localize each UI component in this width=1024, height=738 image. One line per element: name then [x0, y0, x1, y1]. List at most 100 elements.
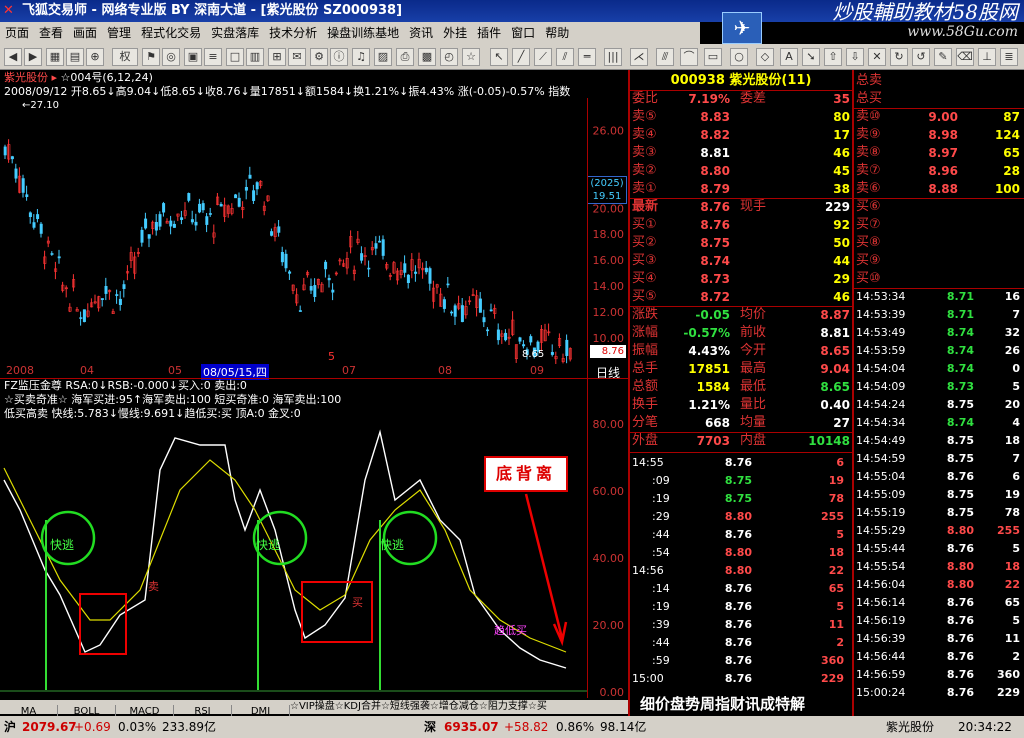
level-tool-icon[interactable]: ═	[578, 48, 596, 66]
back-arrow-icon[interactable]: ◀	[4, 48, 22, 66]
kline-period: ☆004号(6,12,24)	[60, 71, 153, 84]
menu-item-screen[interactable]: 画面	[68, 22, 102, 44]
print-icon[interactable]: ⎙	[396, 48, 414, 66]
bottom-func-bar[interactable]: 细价盘势周指财讯成特解	[640, 693, 850, 715]
up-arrow-icon[interactable]: ⇧	[824, 48, 842, 66]
fan-tool-icon[interactable]: ⋌	[630, 48, 648, 66]
star-icon[interactable]: ☆	[462, 48, 480, 66]
sell-order-row[interactable]: 卖③ 8.81 46	[630, 144, 852, 162]
line-tool-icon[interactable]: ╱	[512, 48, 530, 66]
arrow-tool-icon[interactable]: ➘	[802, 48, 820, 66]
sell-order-row[interactable]: 卖② 8.80 45	[630, 162, 852, 180]
delete-icon[interactable]: ⌫	[956, 48, 974, 66]
buy-order-row[interactable]: 买⑤ 8.72 46	[630, 288, 852, 306]
l2-tick-row: 14:55:44 8.76 5	[854, 540, 1024, 558]
buy-order-row[interactable]: 买④ 8.73 29	[630, 270, 852, 288]
menu-item-manage[interactable]: 管理	[102, 22, 136, 44]
weight-select[interactable]: 权	[112, 48, 138, 66]
calc-icon[interactable]: ▩	[418, 48, 436, 66]
undo-icon[interactable]: ↺	[912, 48, 930, 66]
l2-tick-volume: 7	[1012, 452, 1020, 465]
bar-tool-icon[interactable]: |||	[604, 48, 622, 66]
menu-item-page[interactable]: 页面	[0, 22, 34, 44]
stat-value: 8.81	[820, 326, 850, 340]
l2-sell-row[interactable]: 卖⑥ 8.88 100	[854, 180, 1024, 198]
tick-time: :59	[652, 654, 670, 667]
flag-icon[interactable]: ⚑	[142, 48, 160, 66]
grid-icon[interactable]: ▤	[66, 48, 84, 66]
sell-order-row[interactable]: 卖④ 8.82 17	[630, 126, 852, 144]
kline-chart[interactable]: ←27.10 8.65	[0, 98, 588, 364]
down-arrow-icon[interactable]: ⇩	[846, 48, 864, 66]
triangle-icon[interactable]: ▸	[52, 71, 58, 84]
tool-icon[interactable]: ⚙	[310, 48, 328, 66]
menu-item-program-trading[interactable]: 程式化交易	[136, 22, 206, 44]
arc-tool-icon[interactable]: ⌒	[680, 48, 698, 66]
menu-item-training[interactable]: 操盘训练基地	[322, 22, 404, 44]
l2-sell-row[interactable]: 卖⑧ 8.97 65	[854, 144, 1024, 162]
menu-item-real-store[interactable]: 实盘落库	[206, 22, 264, 44]
candle-body	[205, 216, 209, 225]
buy-order-row[interactable]: 买② 8.75 50	[630, 234, 852, 252]
stat-label: 量比	[740, 397, 767, 412]
trend-tool-icon[interactable]: ⟋	[534, 48, 552, 66]
bell-icon[interactable]: ♫	[352, 48, 370, 66]
list-icon[interactable]: ≡	[204, 48, 222, 66]
menu-item-plugin-ext[interactable]: 外挂	[438, 22, 472, 44]
l2-sell-row[interactable]: 卖⑦ 8.96 28	[854, 162, 1024, 180]
shape-tool-icon[interactable]: ◇	[756, 48, 774, 66]
tick-row: :19 8.76 5	[630, 598, 852, 616]
redo-icon[interactable]: ↻	[890, 48, 908, 66]
window-icon[interactable]: □	[226, 48, 244, 66]
sell-order-row[interactable]: 卖① 8.79 38	[630, 180, 852, 198]
stat-row: 分笔 668 均量 27	[630, 414, 852, 432]
menu-item-tech-analysis[interactable]: 技术分析	[264, 22, 322, 44]
cross-tool-icon[interactable]: ✕	[868, 48, 886, 66]
l2-buy-row[interactable]: 买⑦	[854, 216, 1024, 234]
menu-item-news[interactable]: 资讯	[404, 22, 438, 44]
cursor-icon[interactable]: ↖	[490, 48, 508, 66]
tick-time: :44	[652, 636, 670, 649]
info-icon[interactable]: ⓘ	[330, 48, 348, 66]
note-icon[interactable]: ✎	[934, 48, 952, 66]
candle-body	[208, 213, 212, 215]
tick-row: :44 8.76 5	[630, 526, 852, 544]
l2-buy-row[interactable]: 买⑨	[854, 252, 1024, 270]
chart-icon[interactable]: ▦	[46, 48, 64, 66]
l2-buy-row[interactable]: 买⑩	[854, 270, 1024, 288]
zoom-icon[interactable]: ⊕	[86, 48, 104, 66]
rect-tool-icon[interactable]: ▭	[704, 48, 722, 66]
l2-tick-row: 14:53:49 8.74 32	[854, 324, 1024, 342]
price-axis: 26.0022.0020.0018.0016.0014.0012.0010.00	[593, 124, 625, 345]
buy-order-row[interactable]: 买③ 8.74 44	[630, 252, 852, 270]
menu-item-window[interactable]: 窗口	[506, 22, 540, 44]
settings-icon[interactable]: ≣	[1000, 48, 1018, 66]
menu-item-plugins[interactable]: 插件	[472, 22, 506, 44]
forward-arrow-icon[interactable]: ▶	[24, 48, 42, 66]
buy-order-row[interactable]: 买① 8.76 92	[630, 216, 852, 234]
screen-icon[interactable]: ▣	[184, 48, 202, 66]
l2-tick-volume: 2	[1012, 650, 1020, 663]
status-stock[interactable]: 紫光股份	[886, 716, 934, 738]
l2-buy-row[interactable]: 买⑧	[854, 234, 1024, 252]
menu-item-view[interactable]: 查看	[34, 22, 68, 44]
history-icon[interactable]: ◴	[440, 48, 458, 66]
ruler-icon[interactable]: ⊥	[978, 48, 996, 66]
price-tick: 20.00	[593, 202, 625, 215]
l2-sell-row[interactable]: 卖⑨ 8.98 124	[854, 126, 1024, 144]
circle-tool-icon[interactable]: ○	[730, 48, 748, 66]
menu-item-help[interactable]: 帮助	[540, 22, 574, 44]
stat-label: 均价	[740, 307, 767, 322]
l2-sell-row[interactable]: 卖⑩ 9.00 87	[854, 108, 1024, 126]
alert-icon[interactable]: ✉	[288, 48, 306, 66]
compare-icon[interactable]: ◎	[162, 48, 180, 66]
channel-tool-icon[interactable]: ⫽	[556, 48, 574, 66]
doc-icon[interactable]: ▥	[246, 48, 264, 66]
lock-icon[interactable]: ⊞	[268, 48, 286, 66]
report-icon[interactable]: ▨	[374, 48, 392, 66]
l2-buy-row[interactable]: 买⑥	[854, 198, 1024, 216]
l2-tick-volume: 78	[1004, 506, 1020, 519]
parallel-tool-icon[interactable]: ⫻	[656, 48, 674, 66]
sell-order-row[interactable]: 卖⑤ 8.83 80	[630, 108, 852, 126]
text-tool-icon[interactable]: A	[780, 48, 798, 66]
